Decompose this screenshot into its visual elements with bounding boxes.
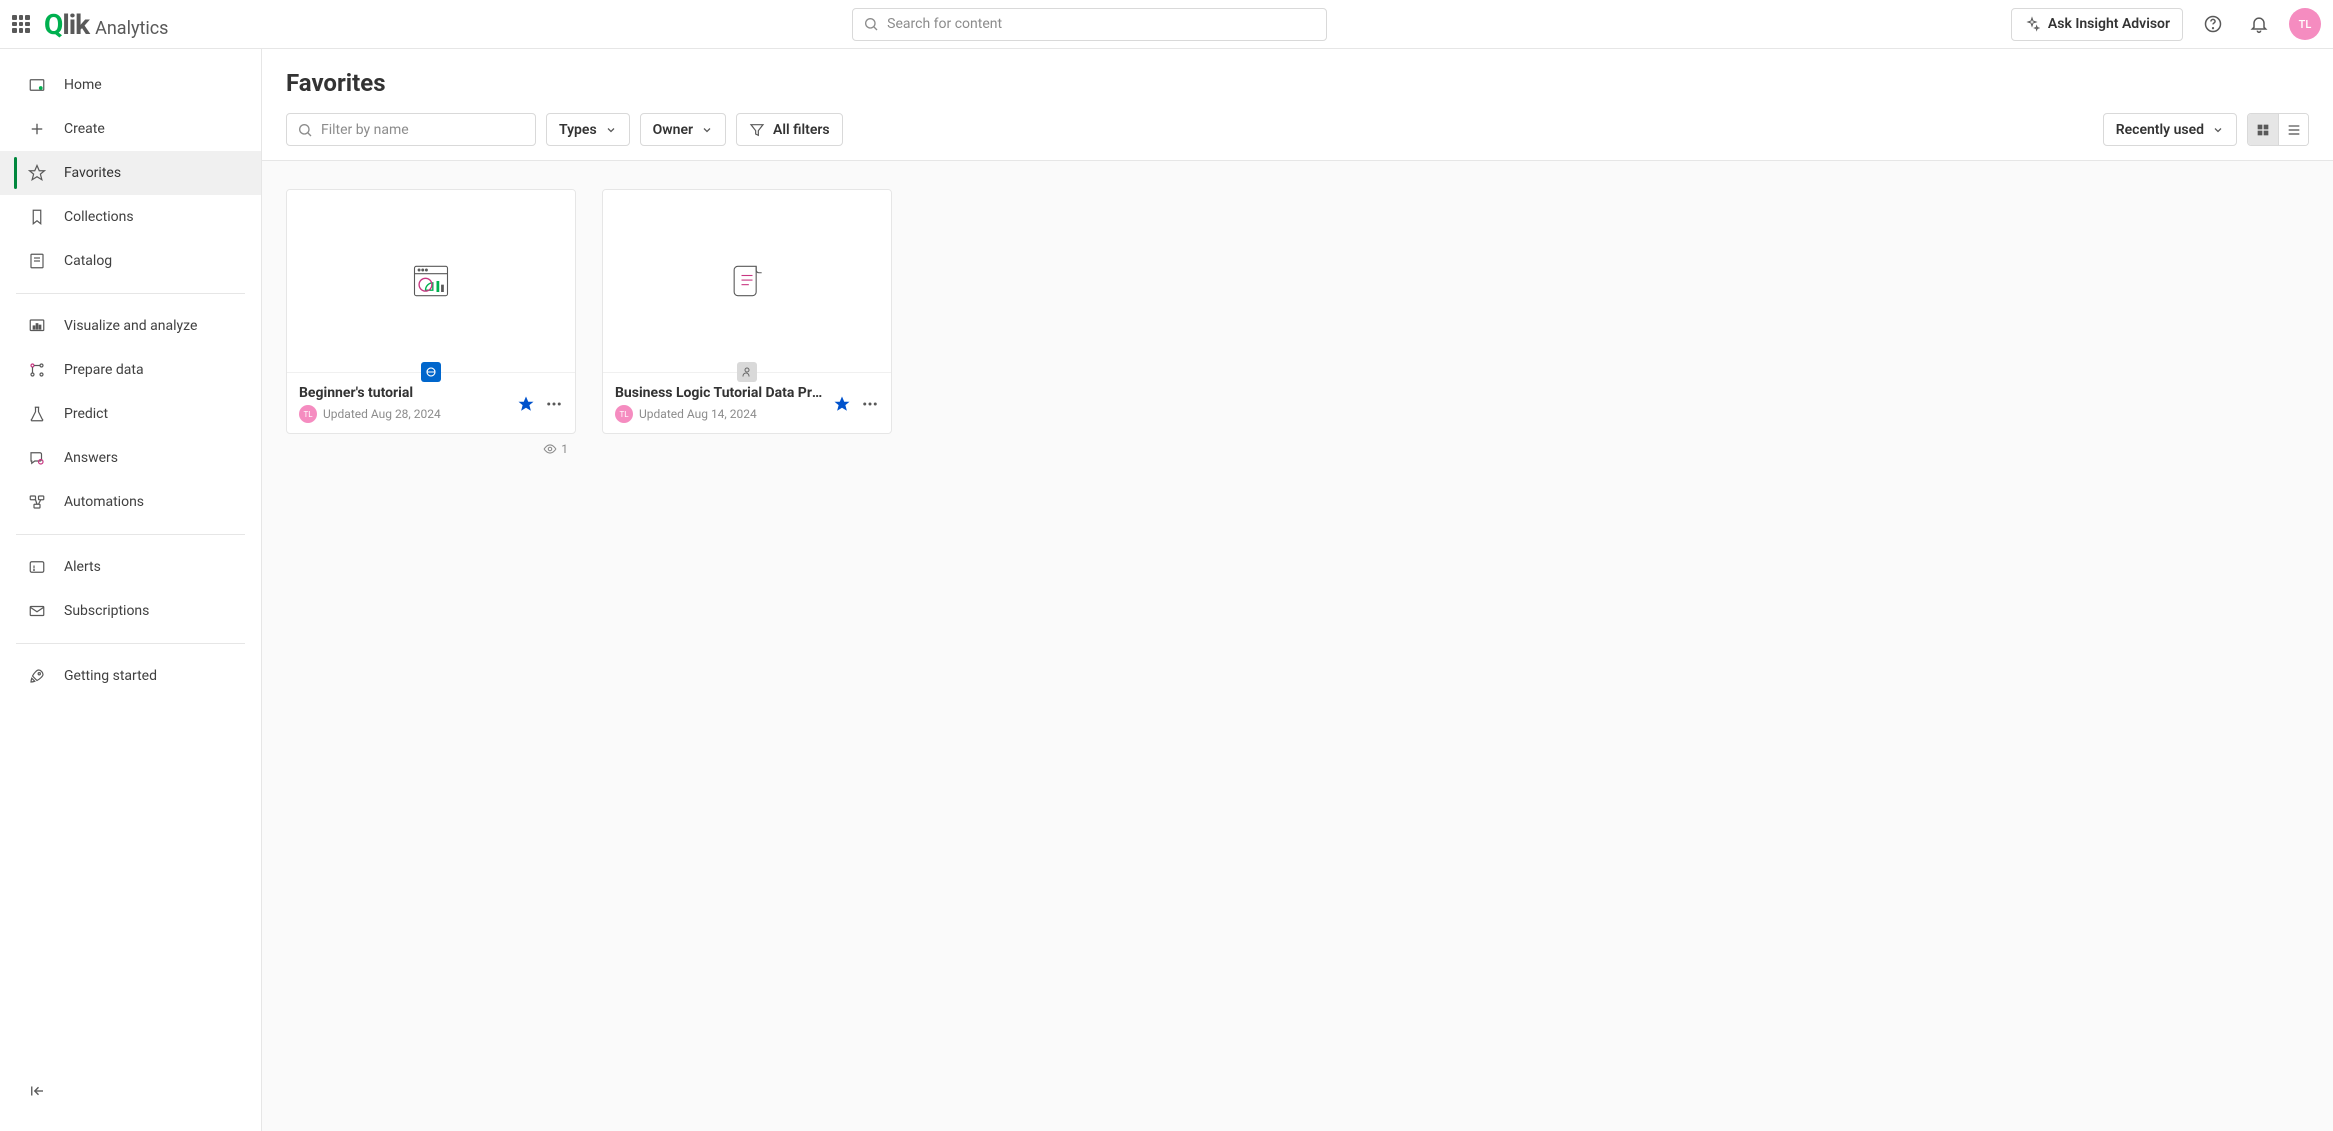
card-views: 1 [286,442,576,456]
card-title: Business Logic Tutorial Data Prep [615,385,825,401]
script-type-badge [737,362,757,382]
script-thumbnail-icon [725,259,769,303]
sidebar-item-label: Visualize and analyze [64,318,197,334]
sidebar-item-label: Collections [64,209,134,225]
content-card[interactable]: Business Logic Tutorial Data Prep TL Upd… [602,189,892,434]
sidebar-item-automations[interactable]: Automations [0,480,261,524]
grid-icon [2255,122,2271,138]
sidebar-item-label: Subscriptions [64,603,149,619]
star-filled-icon [833,395,851,413]
star-icon [28,164,46,182]
card-title: Beginner's tutorial [299,385,509,401]
filter-icon [749,122,765,138]
star-filled-icon [517,395,535,413]
card-more-button[interactable] [545,395,563,413]
flask-icon [28,405,46,423]
data-flow-icon [28,361,46,379]
sidebar-item-visualize[interactable]: Visualize and analyze [0,304,261,348]
sidebar-item-answers[interactable]: Answers [0,436,261,480]
sidebar-item-label: Predict [64,406,108,422]
card-preview [603,190,891,373]
sidebar-item-label: Catalog [64,253,112,269]
sidebar-item-label: Create [64,121,105,137]
sidebar-item-label: Favorites [64,165,121,181]
user-avatar[interactable]: TL [2289,8,2321,40]
sidebar-item-label: Home [64,77,102,93]
more-icon [545,395,563,413]
filter-by-name[interactable] [286,113,536,146]
home-icon [28,76,46,94]
bookmark-icon [28,208,46,226]
sidebar-item-predict[interactable]: Predict [0,392,261,436]
card-updated: Updated Aug 14, 2024 [639,407,757,421]
catalog-icon [28,252,46,270]
sidebar-item-home[interactable]: Home [0,63,261,107]
filter-input[interactable] [321,122,525,138]
eye-icon [543,442,557,456]
rocket-icon [28,667,46,685]
help-button[interactable] [2197,8,2229,40]
more-icon [861,395,879,413]
view-toggle [2247,113,2309,146]
sidebar-item-label: Automations [64,494,144,510]
chevron-down-icon [605,124,617,136]
sidebar-item-label: Getting started [64,668,157,684]
app-type-badge [421,362,441,382]
sidebar: Home Create Favorites [0,49,262,1131]
types-filter-button[interactable]: Types [546,113,630,146]
app-launcher-icon[interactable] [12,15,30,33]
product-name: Analytics [95,18,168,39]
qlik-logo[interactable]: Qlik Analytics [44,8,168,41]
favorite-toggle[interactable] [833,395,851,413]
owner-avatar: TL [615,405,633,423]
notifications-button[interactable] [2243,8,2275,40]
sparkle-icon [2024,16,2040,32]
collapse-sidebar-button[interactable] [0,1071,261,1111]
list-view-button[interactable] [2278,114,2308,145]
grid-view-button[interactable] [2248,114,2278,145]
card-more-button[interactable] [861,395,879,413]
sort-button[interactable]: Recently used [2103,113,2237,146]
all-filters-button[interactable]: All filters [736,113,843,146]
card-preview [287,190,575,373]
alert-icon [28,558,46,576]
owner-filter-button[interactable]: Owner [640,113,726,146]
collapse-icon [28,1082,46,1100]
chart-icon [28,317,46,335]
list-icon [2286,122,2302,138]
mail-icon [28,602,46,620]
owner-avatar: TL [299,405,317,423]
sidebar-item-alerts[interactable]: Alerts [0,545,261,589]
chevron-down-icon [2212,124,2224,136]
sidebar-item-getting-started[interactable]: Getting started [0,654,261,698]
sidebar-item-label: Answers [64,450,118,466]
favorite-toggle[interactable] [517,395,535,413]
app-thumbnail-icon [409,259,453,303]
search-icon [297,122,313,138]
sidebar-item-favorites[interactable]: Favorites [0,151,261,195]
sidebar-item-prepare-data[interactable]: Prepare data [0,348,261,392]
automation-icon [28,493,46,511]
search-input[interactable] [887,16,1316,32]
help-icon [2203,14,2223,34]
sidebar-item-subscriptions[interactable]: Subscriptions [0,589,261,633]
ask-insight-advisor-button[interactable]: Ask Insight Advisor [2011,8,2183,41]
search-icon [863,16,879,32]
sidebar-item-create[interactable]: Create [0,107,261,151]
sidebar-item-label: Prepare data [64,362,144,378]
card-updated: Updated Aug 28, 2024 [323,407,441,421]
bell-icon [2249,14,2269,34]
page-title: Favorites [286,69,2309,97]
sidebar-item-label: Alerts [64,559,101,575]
content-card[interactable]: Beginner's tutorial TL Updated Aug 28, 2… [286,189,576,434]
answers-icon [28,449,46,467]
global-search[interactable] [852,8,1327,41]
sidebar-item-collections[interactable]: Collections [0,195,261,239]
sidebar-item-catalog[interactable]: Catalog [0,239,261,283]
plus-icon [28,120,46,138]
chevron-down-icon [701,124,713,136]
